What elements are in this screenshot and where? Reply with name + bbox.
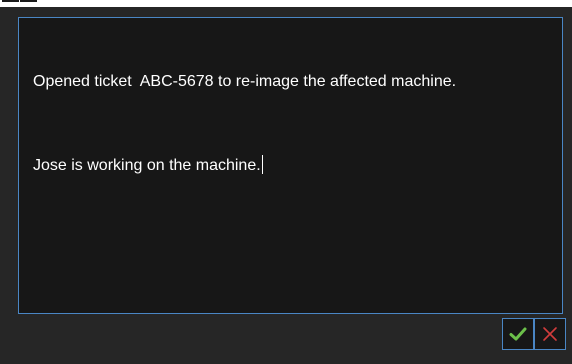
comment-paragraph-1: Opened ticket ABC-5678 to re-image the a…	[33, 73, 457, 90]
checkmark-icon	[509, 327, 527, 341]
header-fragment: ▬▬ ▬	[0, 0, 60, 7]
text-caret	[261, 155, 263, 174]
comment-editor-panel: ▬▬ ▬ Opened ticket ABC-5678 to re-image …	[0, 0, 572, 364]
cancel-button[interactable]	[534, 318, 566, 350]
close-icon	[543, 327, 557, 341]
top-strip: ▬▬ ▬	[0, 0, 572, 7]
comment-paragraph-2-text: Jose is working on the machine.	[33, 157, 261, 174]
confirm-button[interactable]	[502, 318, 534, 350]
comment-paragraph-2: Jose is working on the machine.	[33, 155, 548, 176]
comment-textarea[interactable]: Opened ticket ABC-5678 to re-image the a…	[18, 17, 563, 314]
